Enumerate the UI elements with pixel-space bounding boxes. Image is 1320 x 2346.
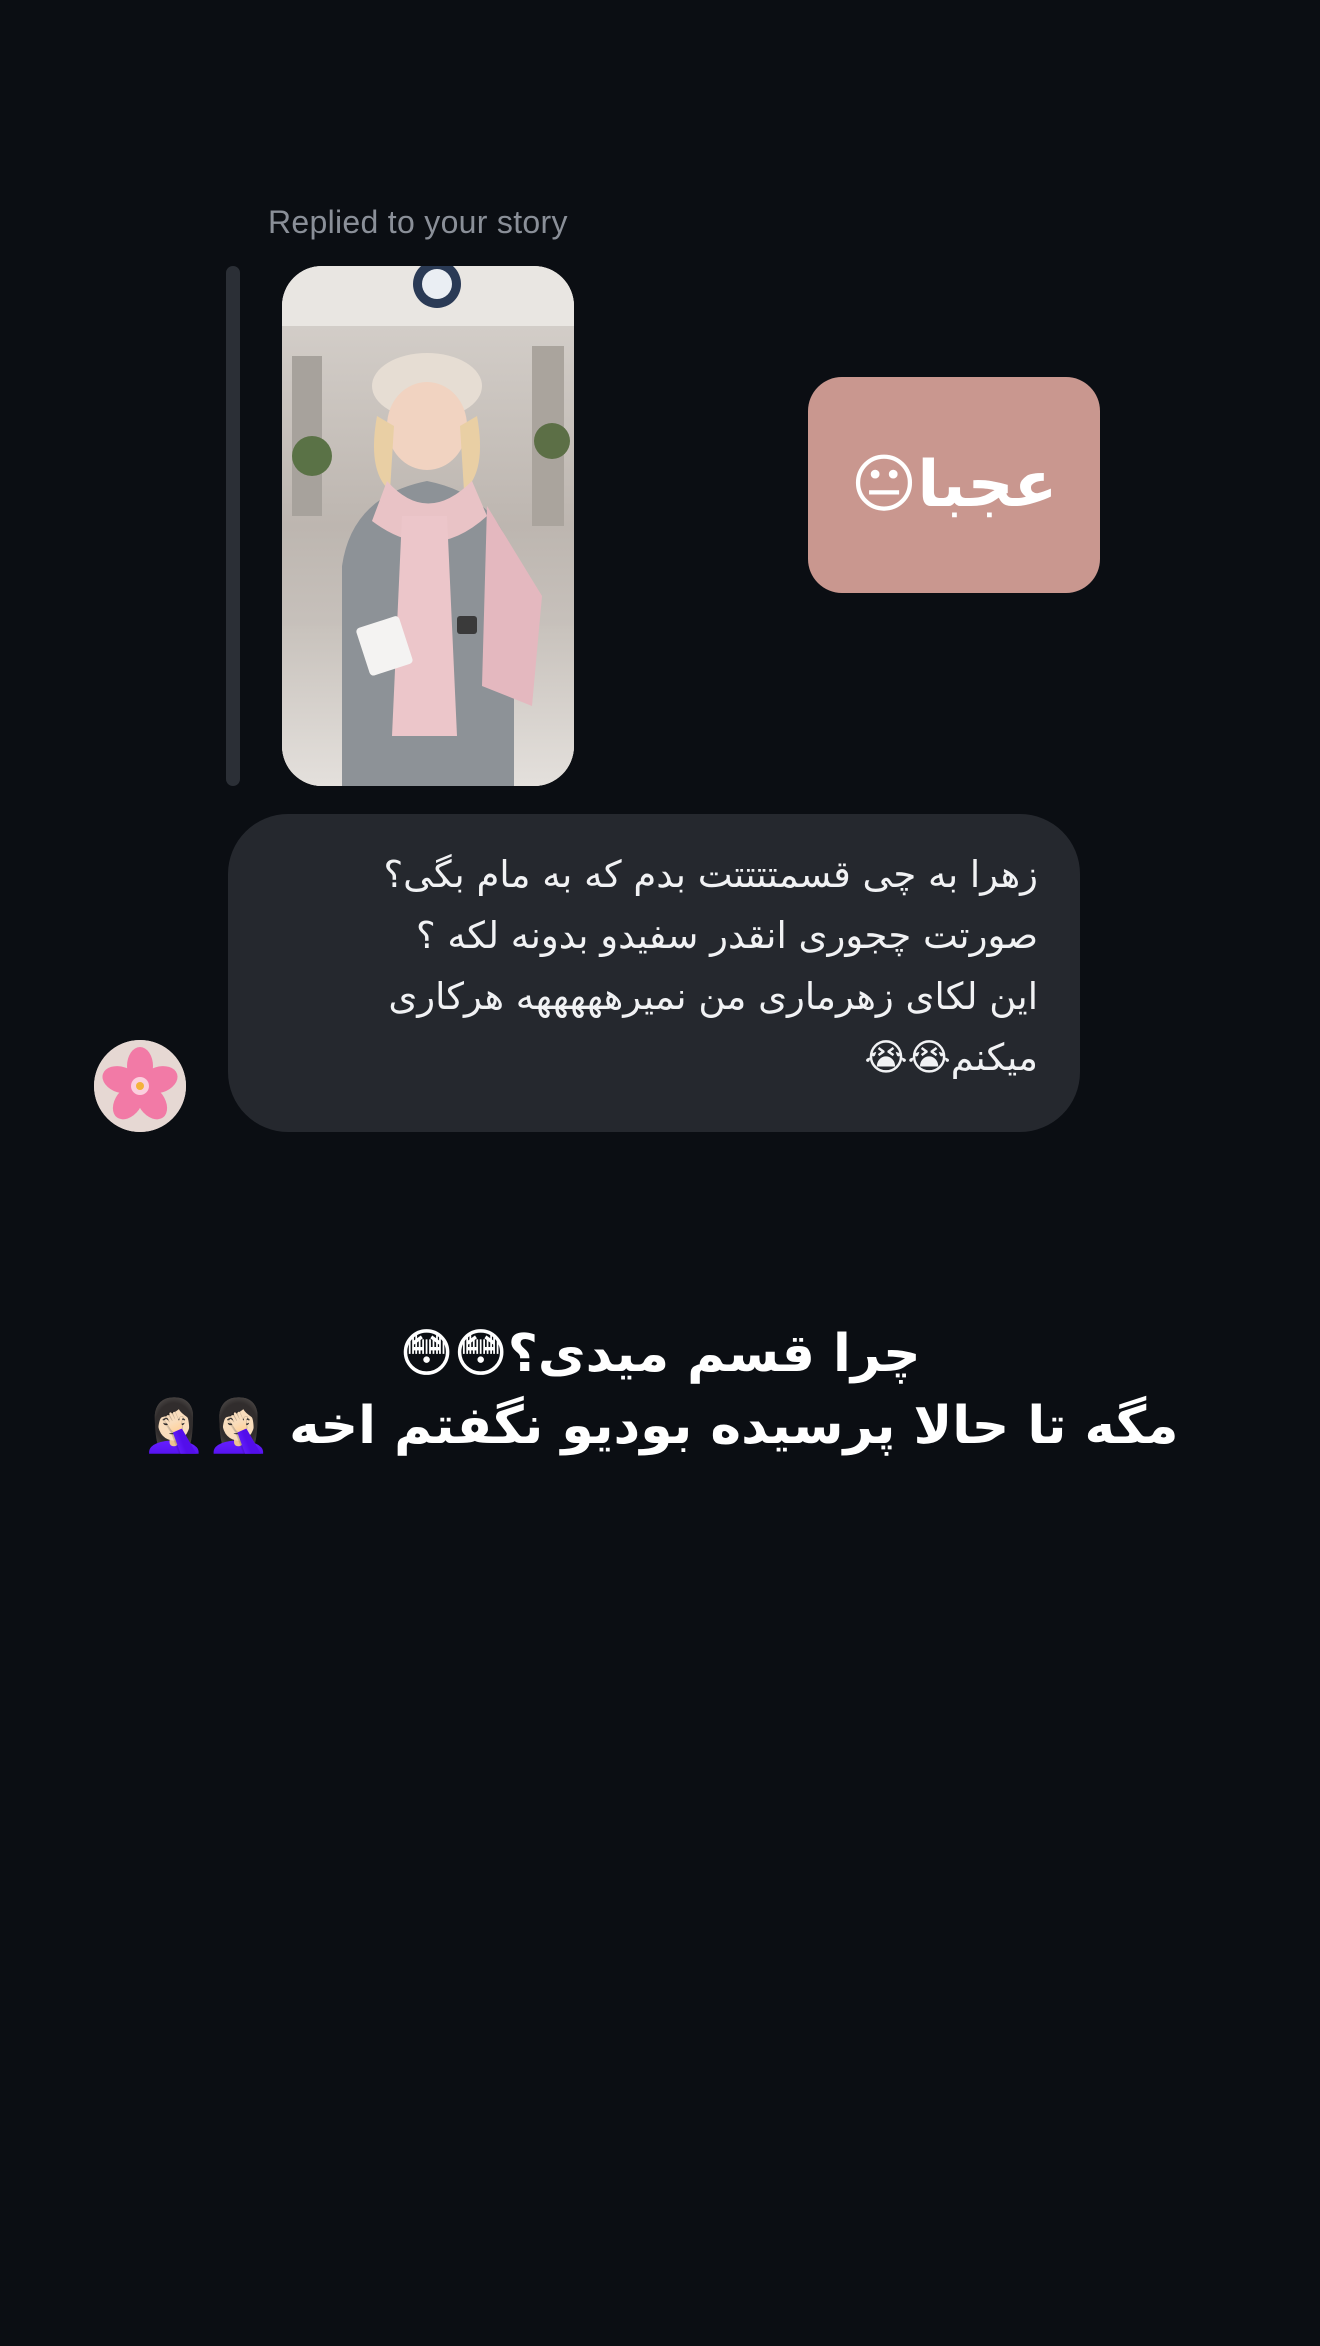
overlay-caption-line-1: چرا قسم میدی؟😳😳 xyxy=(399,1324,921,1384)
message-line: این لکای زهرماری من نمیرهههههه هرکاری xyxy=(388,975,1038,1018)
replied-to-story-label: Replied to your story xyxy=(268,204,568,240)
message-line: زهرا به چی قسمتتتتت بدم که به مام بگی؟ xyxy=(383,853,1038,896)
message-line: میکنم😭😭 xyxy=(864,1036,1038,1079)
story-thumbnail[interactable] xyxy=(282,266,574,786)
dm-conversation-screen: Replied to your story عجبا😐 زهرا به چی ق… xyxy=(0,0,1320,2346)
overlay-caption: چرا قسم میدی؟😳😳 مگه تا حالا پرسیده بودیو… xyxy=(0,1318,1320,1462)
message-line: صورتت چجوری انقدر سفیدو بدونه لکه ؟ xyxy=(416,914,1038,957)
pink-flower-avatar-icon xyxy=(94,1040,186,1132)
sticker-text: عجبا😐 xyxy=(850,448,1058,522)
overlay-caption-line-2: مگه تا حالا پرسیده بودیو نگفتم اخه 🤦🏻‍♀️… xyxy=(141,1396,1179,1456)
story-reaction-sticker: عجبا😐 xyxy=(808,377,1100,593)
message-bubble[interactable]: زهرا به چی قسمتتتتت بدم که به مام بگی؟ ص… xyxy=(228,814,1080,1132)
story-photo-icon xyxy=(282,266,574,786)
sender-avatar[interactable] xyxy=(94,1040,186,1132)
reply-quote-bar xyxy=(226,266,240,786)
